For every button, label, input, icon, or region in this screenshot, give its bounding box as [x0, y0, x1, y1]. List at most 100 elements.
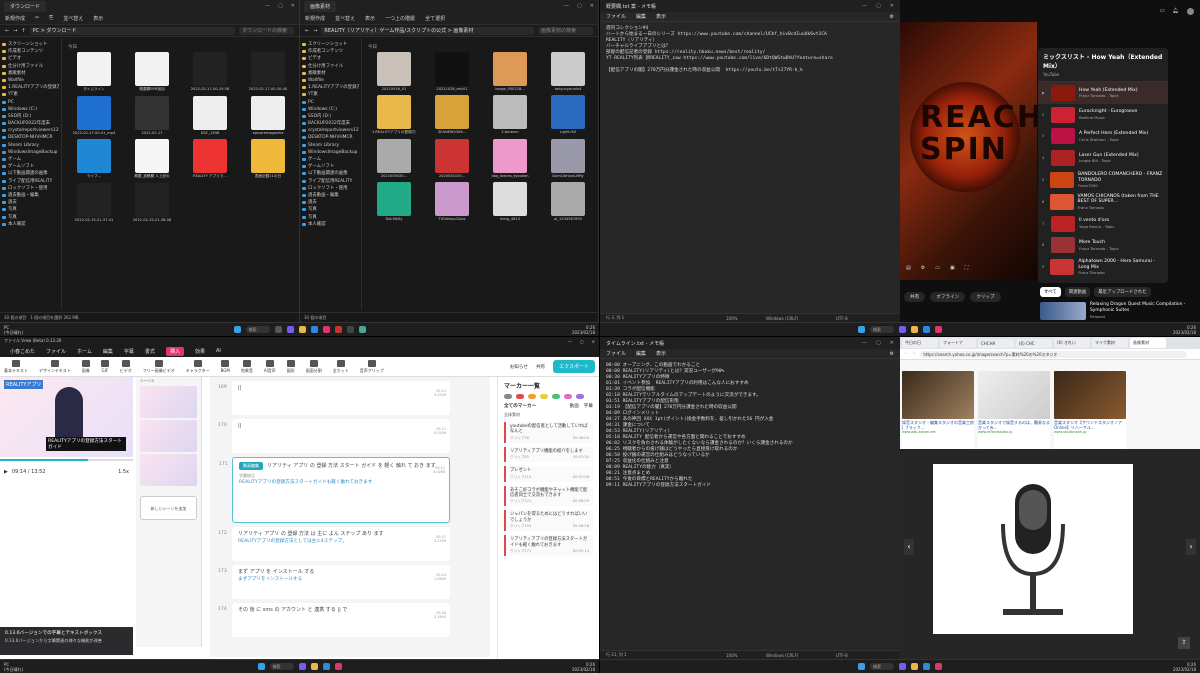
start-icon[interactable]	[257, 663, 265, 670]
chat-icon[interactable]	[286, 326, 294, 333]
file-item[interactable]: 2022-02-15-21-38-08	[126, 183, 178, 222]
nav-item[interactable]: Wallfile	[302, 77, 359, 84]
clock[interactable]: 0:26 2023/02/18	[1173, 662, 1196, 672]
color-dot[interactable]	[576, 394, 584, 399]
clip-subtitle[interactable]: REALITYアプリの登録方法スタートガイドも軽く触れておきます	[239, 480, 443, 486]
nav-item[interactable]: 写真	[302, 206, 359, 213]
mix-item[interactable]: 8 More Touch Franz Tornado - Topic	[1038, 235, 1168, 257]
file-item[interactable]: 2022-02-17	[126, 96, 178, 135]
clip-card[interactable]: 169 || 05:11 0.0209	[218, 381, 450, 415]
maximize-icon[interactable]: ▢	[278, 3, 283, 9]
nav-item[interactable]: YT素	[302, 91, 359, 98]
file-item[interactable]: ai_1234567890	[542, 182, 594, 221]
maximize-icon[interactable]: ▢	[580, 339, 584, 344]
file-item[interactable]: 2022-02-17-00-41_mp4	[68, 96, 120, 135]
speed-button[interactable]: 1.5x	[118, 469, 129, 475]
chip-recent[interactable]: 最近アップロードされた	[1094, 287, 1151, 297]
share-button[interactable]: 共有	[904, 292, 926, 302]
explorer-icon[interactable]	[911, 663, 918, 670]
taskbar-search[interactable]: 検索	[870, 326, 894, 333]
image-result[interactable]: 音楽スタジオ【サウンドスタジオノアOnline】リハーサル... www.stud…	[1054, 371, 1126, 451]
add-scene-button[interactable]: 新しいシーンを追加	[140, 496, 197, 520]
menu-7[interactable]: 挿入	[165, 346, 184, 356]
nav-item[interactable]: スクリーンショット	[2, 41, 59, 48]
nav-item[interactable]: 1.REALITYアプリの登録方	[2, 84, 59, 91]
image-result[interactable]: 録音スタジオ・編集スタジオの音楽工房 | ブラック... www.odb-kano…	[902, 371, 974, 451]
clip-subtitle[interactable]: まずアプリをインストールする	[238, 577, 444, 583]
subtitles-icon[interactable]: ▤	[906, 265, 911, 271]
nav-item[interactable]: ロックソフト・使用	[2, 185, 59, 192]
menu-8[interactable]: 効果	[195, 348, 205, 355]
color-dot[interactable]	[528, 394, 536, 399]
back-icon[interactable]: ←	[305, 28, 309, 34]
ribbon-tool[interactable]: ビデオ	[120, 359, 132, 374]
next-arrow-icon[interactable]: ›	[1186, 539, 1196, 555]
menu-3[interactable]: ホーム	[77, 348, 92, 355]
menu-view[interactable]: 表示	[656, 350, 666, 357]
mix-item[interactable]: ▶ How Yeah (Extended Mix) Franz Tornado - …	[1038, 82, 1168, 104]
chat-icon[interactable]	[899, 326, 906, 333]
file-item[interactable]: 20210916_01	[368, 52, 420, 91]
settings-icon[interactable]: ⚙	[921, 265, 925, 271]
offline-button[interactable]: オフライン	[930, 292, 966, 302]
maximize-icon[interactable]: ▢	[876, 340, 881, 346]
app-icon[interactable]	[358, 326, 366, 333]
marker-item[interactable]: リアリティアプリの登録方法スタートガイドも軽く触れておきます クリップ171 00:…	[504, 535, 593, 557]
color-dot[interactable]	[516, 394, 524, 399]
clip-card[interactable]: 173 まず アプリ を インストール する まずアプリをインストールする 05:24…	[218, 565, 450, 599]
marker-video-tab[interactable]: 動画	[570, 403, 579, 409]
back-icon[interactable]: ←	[904, 351, 908, 357]
browser-tab[interactable]: CHCHA	[978, 338, 1014, 348]
nav-item[interactable]: 本人確認	[302, 221, 359, 228]
app-icon[interactable]	[346, 326, 354, 333]
clock[interactable]: 0:26 2023/02/18	[572, 325, 595, 335]
ribbon-tool[interactable]: 画面分割	[306, 359, 322, 374]
start-icon[interactable]	[233, 326, 241, 333]
nav-item[interactable]: DESKTOP-NHVHMCR	[2, 134, 59, 141]
close-icon[interactable]: ✕	[890, 340, 894, 346]
color-dot[interactable]	[540, 394, 548, 399]
minimize-icon[interactable]: —	[265, 3, 270, 9]
nav-item[interactable]: SSD内 (D:)	[302, 113, 359, 120]
file-item[interactable]: TIGVeeyoCklps	[426, 182, 478, 221]
minimize-icon[interactable]: —	[862, 340, 867, 346]
up-level-button[interactable]: 一つ上の階層	[385, 15, 415, 22]
color-dot[interactable]	[564, 394, 572, 399]
nav-item[interactable]: PC	[2, 99, 59, 106]
color-dot[interactable]	[552, 394, 560, 399]
update-notice[interactable]: 0.13.6バージョンでの字幕とテキストボックス 0.13.6バージョンから字幕…	[0, 627, 133, 655]
nav-item[interactable]: Wallfile	[2, 77, 59, 84]
bell-icon[interactable]: 🔔︎	[1173, 8, 1179, 15]
nav-item[interactable]: ゲームソフト	[2, 163, 59, 170]
minimize-icon[interactable]: —	[862, 3, 867, 9]
close-icon[interactable]: ✕	[590, 3, 594, 9]
ribbon-tool[interactable]: 効果音	[241, 359, 253, 374]
explorer-tab[interactable]: 画像素材	[304, 0, 337, 12]
menu-view[interactable]: 表示	[656, 13, 666, 20]
mix-item[interactable]: 6 VAMOS CHICANOS (taken from THE BEST OF …	[1038, 191, 1168, 213]
nav-item[interactable]: 仕分け用ファイル	[2, 63, 59, 70]
browser-tab[interactable]: 画像素材	[1130, 338, 1166, 348]
marker-item[interactable]: あそこ好コラボ機能やチャット機能で配信者同士で交流もできます クリップ121 00:…	[504, 485, 593, 507]
play-icon[interactable]: ▶	[4, 469, 8, 475]
clip-button[interactable]: クリップ	[970, 292, 1001, 302]
nav-item[interactable]: 以下動画関連の画像	[302, 170, 359, 177]
file-item[interactable]: Dal.MeSy	[368, 182, 420, 221]
file-item[interactable]: 概要欄ERR追加	[126, 52, 178, 92]
ribbon-tool[interactable]: 画像	[81, 359, 90, 374]
minimize-icon[interactable]: —	[564, 3, 569, 9]
weather-widget[interactable]: PC (今日晴れ)	[4, 662, 23, 672]
file-item[interactable]: DomOAHuviLMRy	[542, 139, 594, 178]
browser-tab[interactable]: 今日の日	[902, 338, 938, 348]
explorer-icon[interactable]	[310, 663, 318, 670]
start-icon[interactable]	[858, 663, 865, 670]
nav-item[interactable]: Steam Library	[302, 142, 359, 149]
sort-button[interactable]: 並べ替え	[63, 15, 83, 22]
mix-item[interactable]: 4 Laser Gun (Extended Mix) Jungle Bill - T…	[1038, 147, 1168, 169]
cast-icon[interactable]: ▭	[1160, 8, 1165, 15]
browser-tab[interactable]: (6) きれい	[1054, 338, 1090, 348]
copy-icon[interactable]: ⎘	[49, 15, 53, 21]
nav-item[interactable]: ライブ配信用REALITY	[302, 178, 359, 185]
file-item[interactable]: barge_050228...	[484, 52, 536, 91]
reload-icon[interactable]: ↻	[912, 351, 916, 357]
